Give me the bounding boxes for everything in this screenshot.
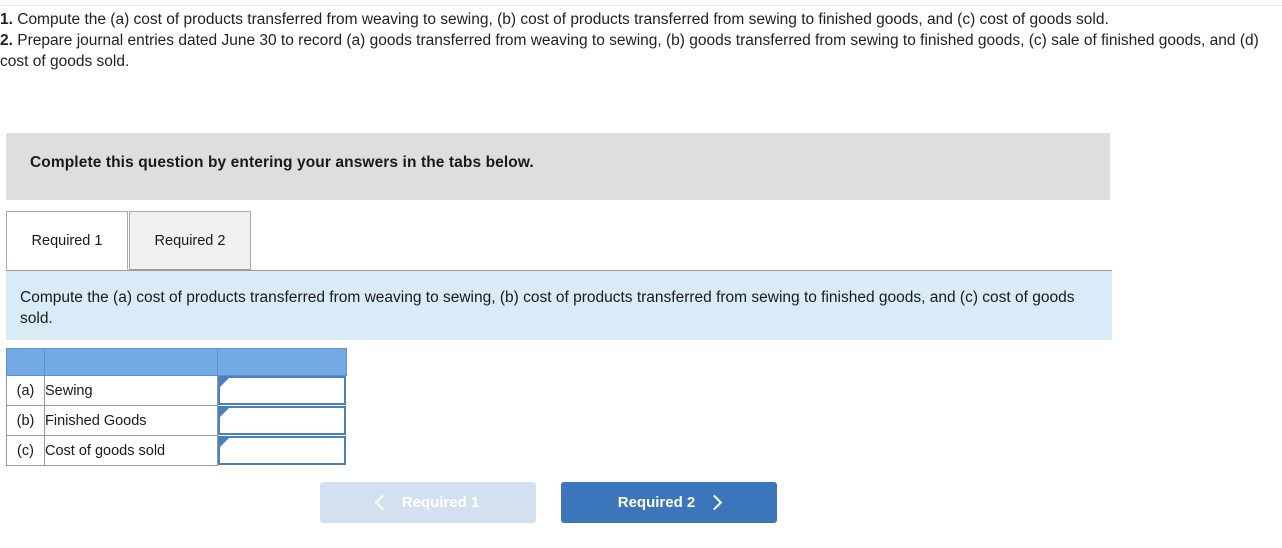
- row-amount-cell-b: [218, 406, 347, 436]
- amount-input-box-b[interactable]: [218, 406, 346, 435]
- instruction-2-number: 2.: [0, 32, 13, 49]
- instruction-2-text: Prepare journal entries dated June 30 to…: [0, 32, 1259, 70]
- tab-instruction-text: Compute the (a) cost of products transfe…: [20, 289, 1075, 327]
- row-amount-cell-c: [218, 436, 347, 466]
- instruction-item-2: 2. Prepare journal entries dated June 30…: [0, 30, 1270, 72]
- question-instructions: 1. Compute the (a) cost of products tran…: [0, 9, 1270, 72]
- next-required-2-button[interactable]: Required 2: [561, 482, 777, 523]
- amount-input-box-a[interactable]: [218, 376, 346, 406]
- chevron-right-icon: [706, 494, 723, 511]
- instruction-1-text: Compute the (a) cost of products transfe…: [12, 11, 1109, 28]
- previous-button-label: Required 1: [401, 494, 480, 511]
- amount-input-a[interactable]: [220, 378, 344, 404]
- table-row: (a) Sewing: [6, 375, 347, 406]
- row-tag-c: (c): [6, 435, 45, 466]
- row-amount-cell-a: [218, 376, 347, 406]
- tab-required-1[interactable]: Required 1: [6, 211, 128, 270]
- table-header-label: [44, 348, 218, 376]
- complete-question-banner-text: Complete this question by entering your …: [30, 154, 534, 171]
- navigation-buttons: Required 1 Required 2: [320, 482, 780, 524]
- row-label-finished-goods: Finished Goods: [44, 405, 218, 436]
- tab-required-1-label: Required 1: [31, 232, 103, 249]
- amount-input-c[interactable]: [220, 438, 344, 463]
- row-tag-a: (a): [6, 375, 45, 406]
- instruction-1-number: 1.: [0, 11, 13, 28]
- table-row: (c) Cost of goods sold: [6, 435, 347, 466]
- chevron-left-icon: [374, 494, 391, 511]
- table-header-amount: [217, 348, 347, 376]
- amount-input-box-c[interactable]: [218, 436, 346, 465]
- table-row: (b) Finished Goods: [6, 405, 347, 436]
- answer-table: (a) Sewing (b) Finished Goods (c) Cost o…: [6, 348, 347, 466]
- next-button-label: Required 2: [617, 494, 696, 511]
- row-label-cost-of-goods-sold: Cost of goods sold: [44, 435, 218, 466]
- tab-required-2-label: Required 2: [154, 232, 226, 249]
- table-header-tag: [6, 348, 45, 376]
- tab-required-2[interactable]: Required 2: [129, 211, 251, 270]
- row-tag-b: (b): [6, 405, 45, 436]
- tab-instruction-panel: Compute the (a) cost of products transfe…: [6, 270, 1112, 340]
- previous-required-1-button[interactable]: Required 1: [320, 482, 536, 523]
- amount-input-b[interactable]: [220, 408, 344, 433]
- instruction-item-1: 1. Compute the (a) cost of products tran…: [0, 9, 1270, 30]
- table-header-row: [6, 348, 347, 376]
- top-divider: [0, 5, 1282, 6]
- row-label-sewing: Sewing: [44, 375, 218, 406]
- requirement-tabs: Required 1 Required 2: [6, 211, 1112, 271]
- complete-question-banner: Complete this question by entering your …: [6, 133, 1110, 200]
